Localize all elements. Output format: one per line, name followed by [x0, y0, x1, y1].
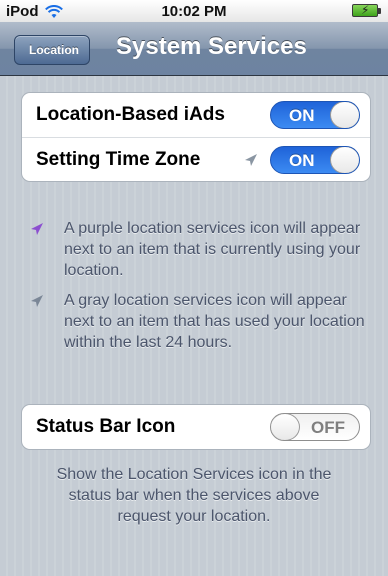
gray-location-arrow-icon: [245, 154, 257, 166]
row-setting-time-zone: Setting Time Zone ON: [22, 137, 370, 181]
navigation-bar: Location System Services: [0, 22, 388, 76]
gray-icon-note: A gray location services icon will appea…: [64, 292, 365, 351]
toggle-text: OFF: [311, 418, 345, 437]
setting-time-zone-toggle[interactable]: ON: [270, 146, 360, 174]
location-iads-toggle[interactable]: ON: [270, 101, 360, 129]
location-services-group: Location-Based iAds ON Setting Time Zone…: [21, 92, 371, 182]
row-label: Location-Based iAds: [36, 104, 225, 125]
gray-location-arrow-icon: [31, 295, 43, 307]
status-bar-icon-group: Status Bar Icon OFF: [21, 404, 371, 450]
status-bar-icon-footer: Show the Location Services icon in the s…: [56, 466, 332, 525]
status-time: 10:02 PM: [161, 3, 227, 20]
purple-location-arrow-icon: [31, 223, 43, 235]
status-bar-icon-toggle[interactable]: OFF: [270, 413, 360, 441]
row-location-based-iads: Location-Based iAds ON: [22, 93, 370, 137]
toggle-knob: [330, 102, 359, 128]
back-button[interactable]: Location: [14, 35, 90, 65]
purple-icon-note: A purple location services icon will app…: [64, 220, 361, 279]
toggle-knob: [330, 147, 359, 173]
page-title: System Services: [116, 33, 307, 60]
toggle-text: ON: [289, 151, 315, 170]
row-label: Status Bar Icon: [36, 416, 176, 437]
battery-charging-icon: ⚡: [352, 3, 381, 17]
back-button-label: Location: [29, 43, 79, 57]
row-label: Setting Time Zone: [36, 148, 201, 170]
toggle-text: ON: [289, 106, 315, 125]
toggle-knob: [271, 414, 300, 440]
row-status-bar-icon: Status Bar Icon OFF: [22, 405, 370, 449]
status-bar: iPod 10:02 PM ⚡: [0, 0, 388, 22]
